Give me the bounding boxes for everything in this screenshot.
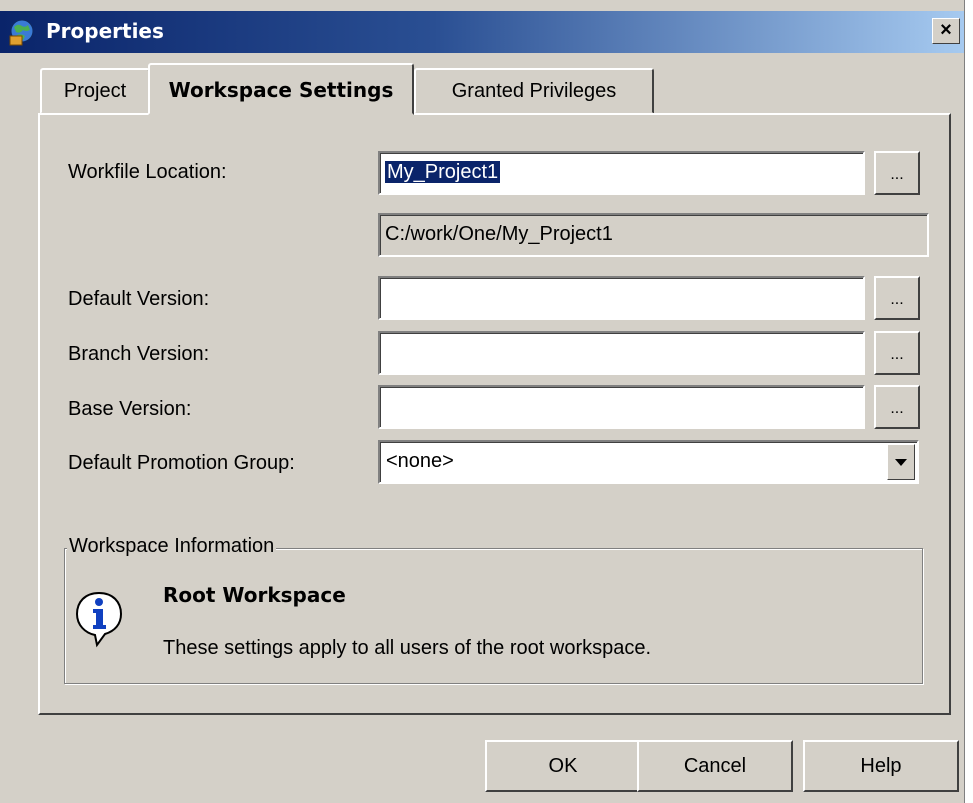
properties-dialog: Properties × Project Workspace Settings … — [0, 0, 965, 803]
globe-app-icon — [9, 19, 34, 46]
tab-workspace-settings[interactable]: Workspace Settings — [148, 63, 414, 115]
cancel-button[interactable]: Cancel — [637, 740, 793, 792]
help-button[interactable]: Help — [803, 740, 959, 792]
tab-granted-privileges[interactable]: Granted Privileges — [414, 68, 654, 114]
window-title: Properties — [46, 19, 164, 43]
title-bar[interactable]: Properties × — [0, 11, 964, 53]
close-icon: × — [940, 19, 952, 41]
tab-panel — [38, 113, 951, 715]
close-button[interactable]: × — [932, 18, 960, 44]
tab-project[interactable]: Project — [40, 68, 150, 114]
ok-button[interactable]: OK — [485, 740, 641, 792]
